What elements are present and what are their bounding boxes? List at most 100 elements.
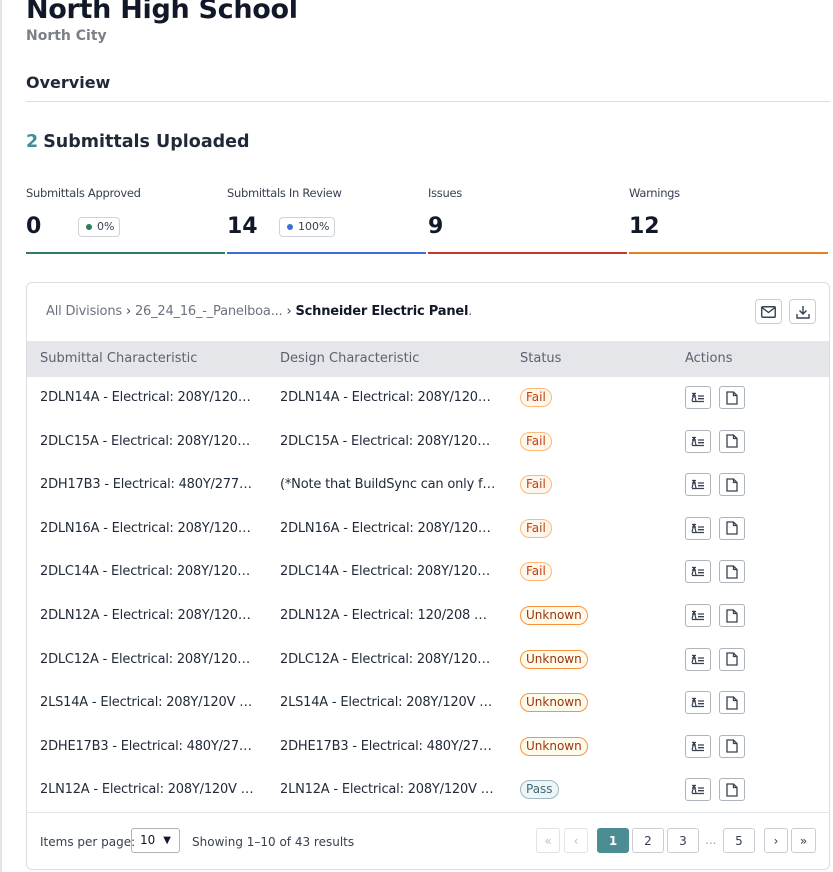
left-border bbox=[0, 0, 2, 872]
table-row[interactable]: 2DH17B3 - Electrical: 480Y/277V 3P 4W (*N… bbox=[27, 464, 829, 508]
stat-value: 0 bbox=[26, 214, 42, 239]
stat-bar bbox=[629, 252, 828, 254]
last-page-button[interactable]: » bbox=[791, 828, 816, 853]
status-badge: Fail bbox=[520, 388, 552, 407]
notes-icon bbox=[691, 392, 704, 403]
stat-label: Submittals In Review bbox=[227, 186, 342, 200]
status-badge: Unknown bbox=[520, 736, 588, 756]
stat-submittals-approved: Submittals Approved 0 0% bbox=[26, 186, 225, 254]
document-icon bbox=[726, 696, 738, 710]
table-row[interactable]: 2DLC15A - Electrical: 208Y/120V 3P 4W 2DL… bbox=[27, 421, 829, 465]
pagination-ellipsis: ... bbox=[705, 833, 717, 847]
page-button-1[interactable]: 1 bbox=[597, 828, 629, 853]
breadcrumb-division[interactable]: 26_24_16_-_Panelboa... bbox=[135, 304, 283, 319]
design-characteristic: 2DLC14A - Electrical: 208Y/120V 3P 4W bbox=[280, 564, 496, 580]
table-row[interactable]: 2DLN16A - Electrical: 208Y/120V 3P 4W 2DL… bbox=[27, 508, 829, 552]
notes-icon bbox=[691, 436, 704, 446]
view-details-button[interactable] bbox=[685, 691, 711, 715]
column-header-submittal: Submittal Characteristic bbox=[40, 351, 198, 366]
view-document-button[interactable] bbox=[719, 473, 745, 497]
stat-percent-badge: 100% bbox=[279, 217, 336, 237]
design-characteristic: 2DLN14A - Electrical: 208Y/120V 3P 4W bbox=[280, 390, 496, 405]
page-button-2[interactable]: 2 bbox=[632, 828, 664, 853]
design-characteristic: 2LS14A - Electrical: 208Y/120V 3P 4W bbox=[280, 695, 496, 711]
items-per-page-value: 10 bbox=[140, 833, 156, 847]
page-title: North High School bbox=[26, 0, 298, 25]
view-document-button[interactable] bbox=[719, 734, 745, 758]
submittal-characteristic: 2DLN12A - Electrical: 208Y/120V 3P 4W bbox=[40, 608, 256, 623]
notes-icon bbox=[691, 567, 704, 577]
view-details-button[interactable] bbox=[685, 560, 711, 584]
next-page-button[interactable]: › bbox=[764, 828, 788, 853]
first-page-button[interactable]: « bbox=[536, 828, 560, 853]
view-document-button[interactable] bbox=[719, 516, 745, 540]
uploaded-label: Submittals Uploaded bbox=[43, 132, 250, 152]
document-icon bbox=[726, 390, 738, 405]
view-document-button[interactable] bbox=[719, 429, 745, 453]
notes-icon bbox=[691, 523, 704, 533]
table-row[interactable]: 2DHE17B3 - Electrical: 480Y/277V 3P 4W 2D… bbox=[27, 726, 829, 770]
view-details-button[interactable] bbox=[685, 734, 711, 758]
caret-down-icon: ▼ bbox=[163, 835, 171, 846]
items-per-page-label: Items per page: bbox=[40, 835, 136, 849]
page-button-3[interactable]: 3 bbox=[667, 828, 699, 853]
document-icon bbox=[726, 652, 738, 666]
status-badge: Unknown bbox=[520, 649, 588, 669]
stat-warnings: Warnings 12 bbox=[629, 186, 828, 254]
view-document-button[interactable] bbox=[719, 778, 745, 802]
stat-percent-badge: 0% bbox=[78, 217, 121, 237]
breadcrumb-separator: › bbox=[125, 304, 131, 319]
submittal-characteristic: 2DHE17B3 - Electrical: 480Y/277V 3P 4W bbox=[40, 738, 256, 754]
stat-value: 14 bbox=[227, 214, 258, 239]
design-characteristic: 2DLN16A - Electrical: 208Y/120V 3P 4W bbox=[280, 520, 496, 536]
design-characteristic: 2DLC12A - Electrical: 208Y/120V 3P 4W bbox=[280, 651, 496, 667]
view-details-button[interactable] bbox=[685, 604, 711, 627]
tab-divider bbox=[26, 101, 830, 102]
view-document-button[interactable] bbox=[719, 386, 745, 409]
table-row[interactable]: 2DLC12A - Electrical: 208Y/120V 3P 4W 2DL… bbox=[27, 639, 829, 683]
breadcrumb-root[interactable]: All Divisions bbox=[46, 304, 122, 319]
dot-icon bbox=[86, 224, 92, 230]
status-badge: Unknown bbox=[520, 606, 588, 625]
view-details-button[interactable] bbox=[685, 473, 711, 497]
download-icon bbox=[795, 305, 810, 319]
email-button[interactable] bbox=[755, 299, 782, 324]
pagination-footer: Items per page: 10 ▼ Showing 1–10 of 43 r… bbox=[27, 812, 829, 869]
stat-label: Warnings bbox=[629, 186, 680, 200]
view-document-button[interactable] bbox=[719, 604, 745, 627]
submittal-characteristic: 2DLC15A - Electrical: 208Y/120V 3P 4W bbox=[40, 433, 256, 449]
table-row[interactable]: 2LS14A - Electrical: 208Y/120V 3P 4W 2LS1… bbox=[27, 682, 829, 726]
submittals-uploaded-heading: 2 Submittals Uploaded bbox=[26, 132, 250, 152]
status-badge: Pass bbox=[520, 780, 559, 800]
status-badge: Fail bbox=[520, 518, 552, 538]
stat-submittals-in-review: Submittals In Review 14 100% bbox=[227, 186, 426, 254]
dot-icon bbox=[287, 224, 293, 230]
view-document-button[interactable] bbox=[719, 647, 745, 671]
stat-value: 9 bbox=[428, 214, 444, 239]
table-row[interactable]: 2DLN14A - Electrical: 208Y/120V 3P 4W 2DL… bbox=[27, 377, 829, 421]
view-details-button[interactable] bbox=[685, 778, 711, 802]
design-characteristic: 2DHE17B3 - Electrical: 480Y/277V 3P 4W bbox=[280, 738, 496, 754]
column-header-actions: Actions bbox=[685, 351, 733, 366]
submittal-characteristic: 2DH17B3 - Electrical: 480Y/277V 3P 4W bbox=[40, 477, 256, 493]
tab-overview[interactable]: Overview bbox=[26, 73, 110, 92]
breadcrumb-trailing: . bbox=[468, 304, 473, 319]
view-details-button[interactable] bbox=[685, 429, 711, 453]
submittal-characteristic: 2DLN16A - Electrical: 208Y/120V 3P 4W bbox=[40, 520, 256, 536]
view-details-button[interactable] bbox=[685, 386, 711, 409]
view-document-button[interactable] bbox=[719, 691, 745, 715]
notes-icon bbox=[691, 741, 704, 751]
notes-icon bbox=[691, 698, 704, 708]
download-button[interactable] bbox=[789, 299, 816, 324]
design-characteristic: 2DLN12A - Electrical: 120/208 Wye 3P bbox=[280, 608, 496, 623]
page-button-5[interactable]: 5 bbox=[723, 828, 755, 853]
table-row[interactable]: 2DLC14A - Electrical: 208Y/120V 3P 4W 2DL… bbox=[27, 551, 829, 595]
table-row[interactable]: 2LN12A - Electrical: 208Y/120V 3P 4W 2LN1… bbox=[27, 769, 829, 813]
view-document-button[interactable] bbox=[719, 560, 745, 584]
view-details-button[interactable] bbox=[685, 516, 711, 540]
table-row[interactable]: 2DLN12A - Electrical: 208Y/120V 3P 4W 2DL… bbox=[27, 595, 829, 639]
document-icon bbox=[726, 521, 738, 535]
view-details-button[interactable] bbox=[685, 647, 711, 671]
prev-page-button[interactable]: ‹ bbox=[564, 828, 588, 853]
items-per-page-select[interactable]: 10 ▼ bbox=[131, 828, 180, 853]
